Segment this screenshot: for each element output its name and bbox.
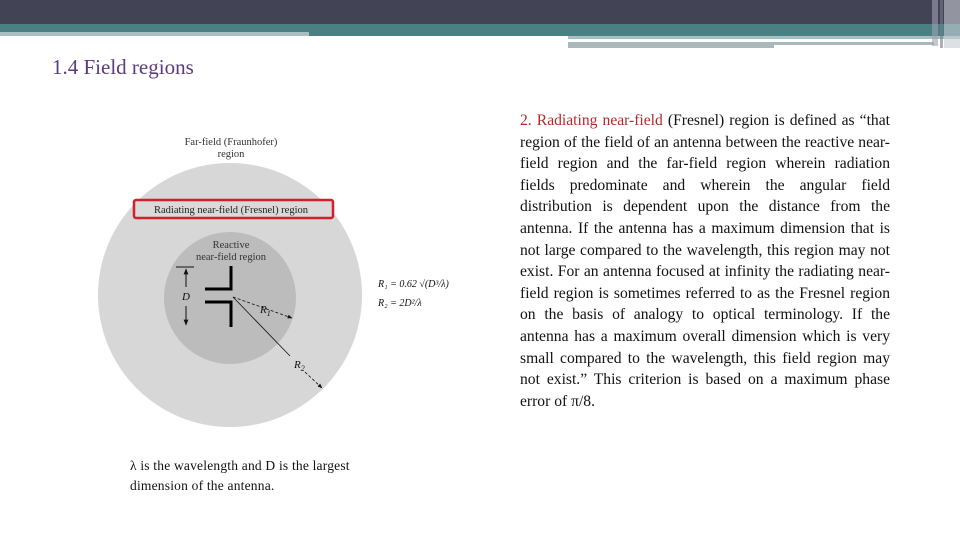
reactive-label-line2: near-field region [196, 252, 267, 263]
body-paragraph: 2. Radiating near-field (Fresnel) region… [520, 110, 890, 412]
dimension-label: D [181, 291, 190, 303]
body-text: (Fresnel) region is defined as “that reg… [520, 112, 890, 410]
reactive-label-line1: Reactive [213, 240, 250, 251]
radiating-region-label: Radiating near-field (Fresnel) region [154, 205, 309, 216]
far-field-label-line1: Far-field (Fraunhofer) [185, 137, 278, 148]
far-field-label-line2: region [218, 149, 246, 160]
formula-r1: R₁ = 0.62 √(D³/λ) [377, 279, 449, 290]
diagram-caption: λ is the wavelength and D is the largest… [130, 458, 350, 493]
body-highlight: 2. Radiating near-field [520, 112, 663, 129]
formula-r2: R₂ = 2D²/λ [377, 298, 422, 309]
